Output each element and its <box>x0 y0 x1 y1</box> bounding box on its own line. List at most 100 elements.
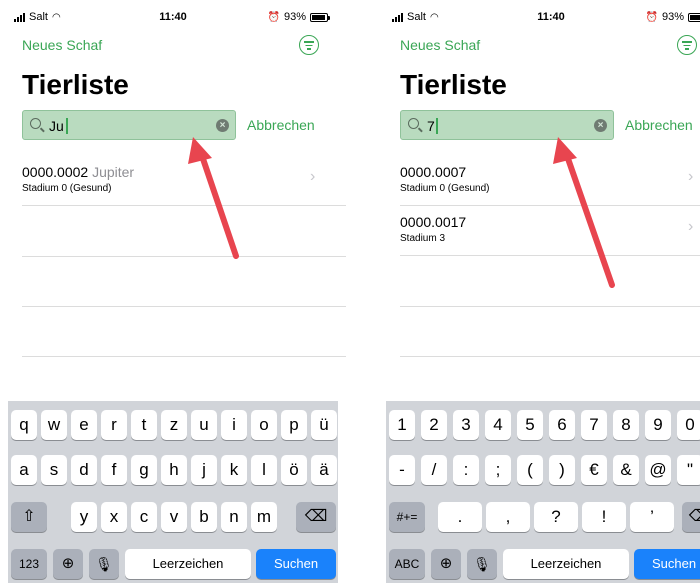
key[interactable]: w <box>41 410 67 440</box>
cancel-button[interactable]: Abbrechen <box>247 117 315 133</box>
key[interactable]: l <box>251 455 277 485</box>
key[interactable]: ! <box>582 502 626 532</box>
key[interactable]: 9 <box>645 410 671 440</box>
key[interactable]: e <box>71 410 97 440</box>
globe-icon: ⊕ <box>61 555 75 572</box>
search-input[interactable] <box>49 116 209 136</box>
key[interactable]: 3 <box>453 410 479 440</box>
key[interactable]: 2 <box>421 410 447 440</box>
dictation-key[interactable]: 🎙 <box>467 549 497 579</box>
animal-status: Stadium 3 <box>400 233 446 244</box>
key[interactable]: h <box>161 455 187 485</box>
globe-key[interactable]: ⊕ <box>53 549 83 579</box>
key[interactable]: b <box>191 502 217 532</box>
search-field[interactable]: × <box>400 110 614 140</box>
globe-icon: ⊕ <box>439 555 453 572</box>
new-sheep-button[interactable]: Neues Schaf <box>22 37 102 53</box>
microphone-icon: 🎙 <box>473 556 491 572</box>
chevron-right-icon: › <box>688 218 694 235</box>
key[interactable]: ü <box>311 410 337 440</box>
status-bar: Salt ◠ 11:40 ⏰ 93% <box>0 0 346 34</box>
key[interactable]: ä <box>311 455 337 485</box>
key[interactable]: : <box>453 455 479 485</box>
key[interactable]: g <box>131 455 157 485</box>
key[interactable]: , <box>486 502 530 532</box>
key[interactable]: / <box>421 455 447 485</box>
list-item[interactable]: 0000.0017 Stadium 3 › <box>400 206 700 256</box>
key[interactable]: ö <box>281 455 307 485</box>
key[interactable]: a <box>11 455 37 485</box>
battery-icon <box>310 12 330 22</box>
key[interactable]: @ <box>645 455 671 485</box>
key[interactable]: ’ <box>630 502 674 532</box>
filter-circle-icon[interactable] <box>299 35 319 55</box>
list-item[interactable]: 0000.0007 Stadium 0 (Gesund) › <box>400 156 700 206</box>
key[interactable]: 0 <box>677 410 700 440</box>
key[interactable]: f <box>101 455 127 485</box>
search-return-key[interactable]: Suchen <box>256 549 336 579</box>
page-title: Tierliste <box>22 69 129 100</box>
space-key[interactable]: Leerzeichen <box>125 549 251 579</box>
key[interactable]: ( <box>517 455 543 485</box>
phone-screen-right: Salt ◠ 11:40 ⏰ 93% Neues Schaf Tierliste… <box>378 0 700 583</box>
key[interactable]: € <box>581 455 607 485</box>
key[interactable]: k <box>221 455 247 485</box>
key[interactable]: 5 <box>517 410 543 440</box>
key[interactable]: u <box>191 410 217 440</box>
list-separator <box>22 356 346 357</box>
search-return-key[interactable]: Suchen <box>634 549 700 579</box>
list-separator <box>400 306 700 307</box>
key[interactable]: " <box>677 455 700 485</box>
backspace-key[interactable]: ⌫ <box>296 502 336 532</box>
numbers-mode-key[interactable]: 123 <box>11 549 47 579</box>
filter-circle-icon[interactable] <box>677 35 697 55</box>
key[interactable]: q <box>11 410 37 440</box>
key[interactable]: 8 <box>613 410 639 440</box>
alarm-icon: ⏰ <box>267 11 280 23</box>
key[interactable]: i <box>221 410 247 440</box>
key[interactable]: o <box>251 410 277 440</box>
dictation-key[interactable]: 🎙 <box>89 549 119 579</box>
key[interactable]: c <box>131 502 157 532</box>
key[interactable]: j <box>191 455 217 485</box>
key[interactable]: s <box>41 455 67 485</box>
shift-key[interactable]: ⇧ <box>11 502 47 532</box>
key[interactable]: z <box>161 410 187 440</box>
key[interactable]: 6 <box>549 410 575 440</box>
cancel-button[interactable]: Abbrechen <box>625 117 693 133</box>
key[interactable]: 4 <box>485 410 511 440</box>
chevron-right-icon: › <box>688 168 694 185</box>
key[interactable]: 1 <box>389 410 415 440</box>
key[interactable]: 7 <box>581 410 607 440</box>
animal-id: 0000.0002 <box>22 164 89 180</box>
key[interactable]: p <box>281 410 307 440</box>
key[interactable]: & <box>613 455 639 485</box>
key[interactable]: d <box>71 455 97 485</box>
key[interactable]: n <box>221 502 247 532</box>
key[interactable]: ) <box>549 455 575 485</box>
globe-key[interactable]: ⊕ <box>431 549 461 579</box>
key[interactable]: m <box>251 502 277 532</box>
list-item[interactable]: 0000.0002 Jupiter Stadium 0 (Gesund) › <box>22 156 346 206</box>
search-input[interactable] <box>427 116 587 136</box>
letters-mode-key[interactable]: ABC <box>389 549 425 579</box>
key[interactable]: v <box>161 502 187 532</box>
backspace-key[interactable]: ⌫ <box>682 502 700 532</box>
key[interactable]: . <box>438 502 482 532</box>
key[interactable]: r <box>101 410 127 440</box>
clear-icon[interactable]: × <box>216 119 229 132</box>
clear-icon[interactable]: × <box>594 119 607 132</box>
symbols-mode-key[interactable]: #+= <box>389 502 425 532</box>
key[interactable]: x <box>101 502 127 532</box>
animal-status: Stadium 0 (Gesund) <box>22 183 112 194</box>
space-key[interactable]: Leerzeichen <box>503 549 629 579</box>
search-field[interactable]: × <box>22 110 236 140</box>
key[interactable]: ; <box>485 455 511 485</box>
new-sheep-button[interactable]: Neues Schaf <box>400 37 480 53</box>
key[interactable]: - <box>389 455 415 485</box>
key[interactable]: ? <box>534 502 578 532</box>
page-title: Tierliste <box>400 69 507 100</box>
key[interactable]: y <box>71 502 97 532</box>
key[interactable]: t <box>131 410 157 440</box>
list-separator <box>22 306 346 307</box>
